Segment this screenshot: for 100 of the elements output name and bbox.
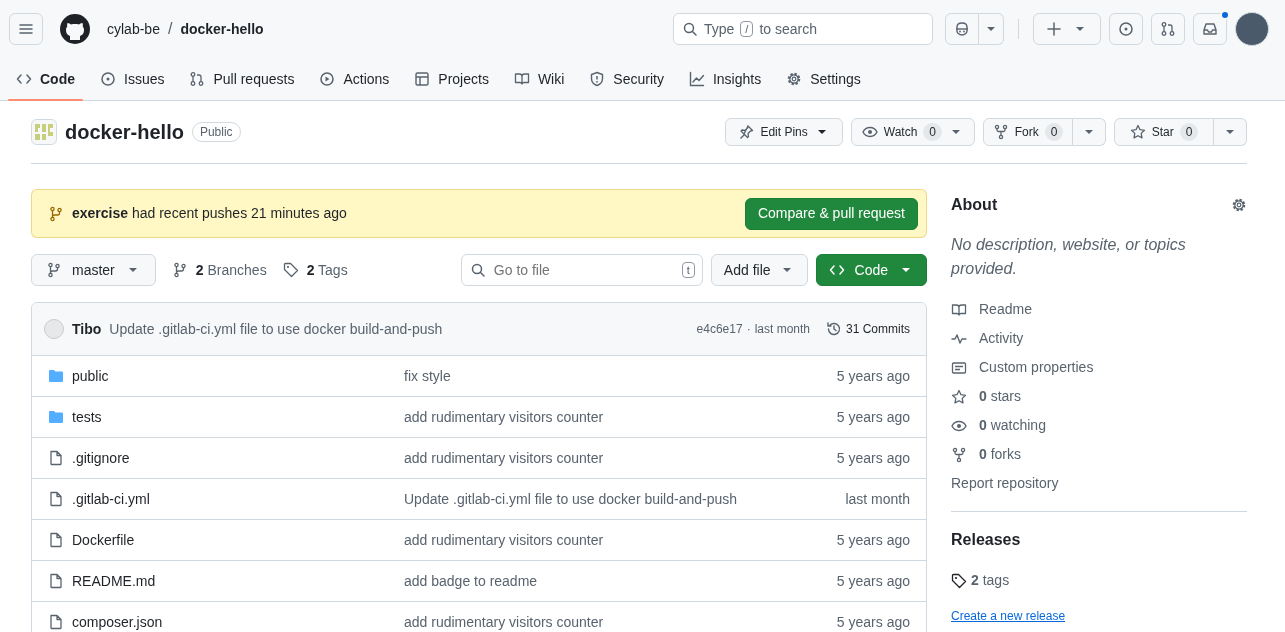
file-time: 5 years ago [836, 407, 910, 427]
file-time: last month [845, 489, 910, 509]
robot-icon [954, 21, 970, 37]
star-button[interactable]: Star 0 [1114, 118, 1214, 146]
branch-icon [46, 262, 62, 278]
nav-tab[interactable]: Issues [92, 58, 173, 100]
issue-icon [100, 71, 116, 87]
fork-icon [992, 124, 1009, 140]
search-field[interactable]: Type / to search [673, 13, 933, 45]
fork-button[interactable]: Fork 0 [983, 118, 1073, 146]
copilot-button[interactable] [945, 13, 979, 45]
avatar[interactable] [1235, 12, 1269, 46]
branch-icon [48, 205, 64, 222]
star-icon [951, 388, 967, 405]
plus-icon [1046, 21, 1062, 37]
star-icon [1129, 124, 1146, 140]
tags-link[interactable]: 2 Tags [282, 259, 348, 281]
nav-tab[interactable]: Projects [406, 58, 497, 100]
issues-button[interactable] [1109, 13, 1143, 45]
about-link[interactable]: Custom properties [951, 353, 1247, 382]
file-icon [48, 450, 64, 466]
tags-link[interactable]: 2 tags [951, 570, 1247, 591]
fork-count: 0 [1044, 123, 1064, 141]
play-icon [319, 71, 336, 87]
commit-message[interactable]: add rudimentary visitors counter [404, 611, 604, 632]
commit-message[interactable]: add rudimentary visitors counter [404, 447, 604, 469]
search-icon [469, 262, 486, 278]
commit-message[interactable]: add rudimentary visitors counter [404, 529, 604, 551]
about-link[interactable]: Activity [951, 324, 1247, 353]
nav-tab[interactable]: Wiki [505, 58, 573, 100]
file-time: 5 years ago [836, 366, 910, 386]
file-time: 5 years ago [836, 571, 910, 591]
pull-request-icon [1160, 21, 1176, 37]
pull-requests-button[interactable] [1151, 13, 1185, 45]
nav-tab[interactable]: Actions [311, 58, 398, 100]
code-icon [16, 71, 32, 87]
eye-icon [861, 124, 878, 140]
code-icon [828, 262, 845, 278]
repo-name[interactable]: docker-hello [65, 117, 184, 147]
about-link[interactable]: 0 watching [951, 411, 1247, 440]
repo-avatar-icon [31, 119, 57, 145]
edit-pins-button[interactable]: Edit Pins [725, 118, 843, 146]
pin-icon [738, 124, 755, 140]
commit-message[interactable]: Update .gitlab-ci.yml file to use docker build-and-push [404, 488, 738, 510]
tag-icon [282, 262, 299, 278]
file-name[interactable]: Dockerfile [72, 529, 404, 551]
commit-author[interactable]: Tibo [72, 318, 102, 340]
folder-icon [48, 409, 64, 425]
commit-sha[interactable]: e4c6e17 [696, 320, 743, 338]
about-link[interactable]: 0 stars [951, 382, 1247, 411]
file-name[interactable]: .gitignore [72, 447, 404, 469]
search-icon [682, 21, 698, 37]
about-link[interactable]: Readme [951, 295, 1247, 324]
commit-time: last month [754, 321, 810, 338]
commit-message[interactable]: add rudimentary visitors counter [404, 406, 604, 428]
repo-link[interactable]: docker-hello [180, 18, 264, 40]
nav-tab[interactable]: Code [8, 58, 83, 100]
logo-icon[interactable] [59, 13, 91, 45]
inbox-button[interactable] [1193, 13, 1227, 45]
file-time: 5 years ago [836, 612, 910, 632]
search-placeholder: to search [759, 19, 817, 39]
shortcut-key: t [681, 262, 695, 278]
owner-link[interactable]: cylab-be [107, 18, 160, 40]
nav-tab[interactable]: Settings [778, 58, 869, 100]
about-link[interactable]: 0 forks [951, 440, 1247, 469]
create-release-link[interactable]: Create a new release [951, 607, 1066, 625]
shield-icon [589, 71, 606, 87]
book-icon [951, 301, 967, 318]
nav-tab[interactable]: Insights [680, 58, 770, 100]
file-time: 5 years ago [836, 448, 910, 468]
commit-message[interactable]: Update .gitlab-ci.yml file to use docker build-and-push [109, 318, 443, 340]
file-name[interactable]: public [72, 365, 404, 387]
menu-button[interactable] [9, 13, 43, 45]
compare-button[interactable]: Compare & pull request [744, 197, 918, 230]
history-icon [826, 321, 842, 337]
branch-selector[interactable]: master [31, 254, 156, 286]
avatar [44, 319, 64, 339]
settings-icon [786, 71, 803, 87]
issue-icon [1118, 21, 1134, 37]
commit-message[interactable]: add badge to readme [404, 570, 538, 592]
branch-icon [171, 262, 188, 278]
file-name[interactable]: README.md [72, 570, 404, 592]
commits-link[interactable]: 31 Commits [826, 320, 910, 338]
report-link[interactable]: Report repository [951, 469, 1247, 498]
watch-button[interactable]: Watch 0 [850, 118, 975, 146]
separator-dot: · [746, 321, 751, 338]
code-button[interactable]: Code [815, 254, 927, 286]
file-name[interactable]: tests [72, 406, 404, 428]
fork-icon [951, 446, 967, 463]
file-name[interactable]: .gitlab-ci.yml [72, 488, 404, 510]
create-button[interactable] [1033, 13, 1101, 45]
add-file-button[interactable]: Add file [710, 254, 808, 286]
commit-message[interactable]: fix style [404, 365, 451, 387]
pull-request-icon [189, 71, 206, 87]
nav-tab[interactable]: Security [581, 58, 672, 100]
nav-tab[interactable]: Pull requests [181, 58, 303, 100]
file-name[interactable]: composer.json [72, 611, 404, 632]
branches-link[interactable]: 2 Branches [171, 259, 267, 281]
settings-button[interactable] [1231, 197, 1247, 213]
folder-icon [48, 368, 64, 384]
